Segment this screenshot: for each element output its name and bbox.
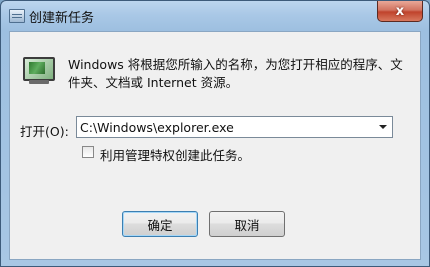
close-icon: x	[395, 3, 405, 19]
window-title: 创建新任务	[29, 11, 95, 26]
open-label: 打开(O):	[20, 124, 69, 139]
title-bar[interactable]: 创建新任务 x	[1, 1, 429, 31]
close-button[interactable]: x	[377, 1, 423, 22]
open-combobox[interactable]: C:\Windows\explorer.exe	[76, 116, 393, 138]
cancel-button[interactable]: 取消	[209, 211, 285, 237]
admin-checkbox-label[interactable]: 利用管理特权创建此任务。	[100, 145, 250, 164]
description-text: Windows 将根据您所输入的名称，为您打开相应的程序、文件夹、文档或 Int…	[68, 57, 403, 90]
monitor-icon	[21, 55, 55, 85]
create-task-dialog: 创建新任务 x Windows 将根据您所输入的名称，为您打开相应的程序、文件夹…	[0, 0, 430, 267]
open-input-value[interactable]: C:\Windows\explorer.exe	[80, 120, 234, 135]
ok-button[interactable]: 确定	[122, 211, 198, 237]
window-icon	[9, 9, 25, 23]
chevron-down-icon[interactable]	[379, 125, 387, 129]
dialog-body: Windows 将根据您所输入的名称，为您打开相应的程序、文件夹、文档或 Int…	[9, 31, 421, 260]
admin-checkbox[interactable]	[82, 146, 94, 158]
